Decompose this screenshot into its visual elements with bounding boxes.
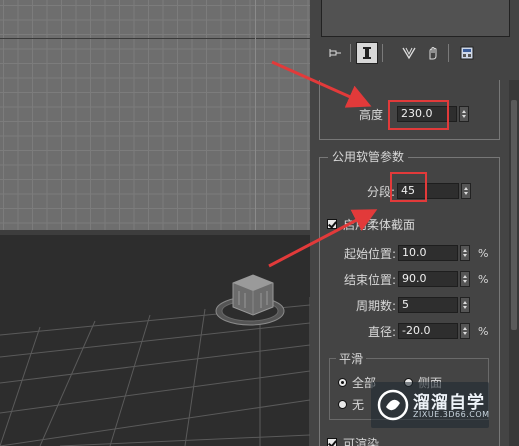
watermark: 溜溜自学 ZIXUE.3D66.COM xyxy=(371,382,489,428)
annotation-arrows xyxy=(268,60,378,268)
arrow-to-segments xyxy=(268,209,378,268)
watermark-logo xyxy=(377,389,409,421)
arrow-to-height xyxy=(271,60,372,108)
watermark-subtitle: ZIXUE.3D66.COM xyxy=(413,410,490,419)
